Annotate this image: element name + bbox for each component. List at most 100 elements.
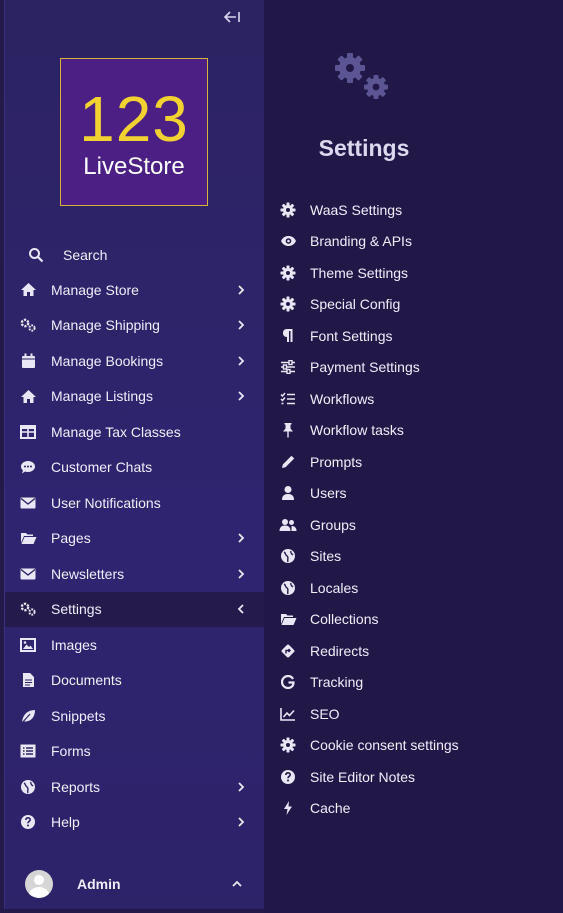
- logo-number: 123: [79, 83, 189, 155]
- list-icon: [19, 742, 37, 760]
- sidebar-item-pages[interactable]: Pages: [5, 521, 265, 557]
- sidebar-item-manage-listings[interactable]: Manage Listings: [5, 379, 265, 415]
- user-icon: [279, 484, 297, 502]
- sidebar-item-help[interactable]: Help: [5, 805, 265, 841]
- sidebar-item-label: Search: [63, 247, 108, 263]
- menu-item-redirects[interactable]: Redirects: [264, 635, 563, 667]
- sidebar-item-snippets[interactable]: Snippets: [5, 698, 265, 734]
- globe-icon: [19, 778, 37, 796]
- sidebar-item-images[interactable]: Images: [5, 627, 265, 663]
- menu-item-label: Redirects: [310, 642, 370, 659]
- menu-item-branding-apis[interactable]: Branding & APIs: [264, 226, 563, 258]
- gear-icon: [279, 201, 297, 219]
- user-name: Admin: [77, 876, 121, 892]
- menu-item-collections[interactable]: Collections: [264, 604, 563, 636]
- calendar-icon: [19, 352, 37, 370]
- sidebar-item-manage-store[interactable]: Manage Store: [5, 272, 265, 308]
- sidebar-item-user-notifications[interactable]: User Notifications: [5, 485, 265, 521]
- sidebar-item-reports[interactable]: Reports: [5, 769, 265, 805]
- checklist-icon: [279, 390, 297, 408]
- menu-item-label: Theme Settings: [310, 264, 409, 281]
- logo[interactable]: 123 LiveStore: [60, 58, 208, 206]
- gear-icon: [279, 264, 297, 282]
- envelope-icon: [19, 494, 37, 512]
- settings-panel: Settings WaaS Settings Branding & APIs T…: [264, 0, 563, 913]
- sidebar-item-settings[interactable]: Settings: [5, 591, 265, 627]
- sidebar-item-search[interactable]: Search: [5, 238, 265, 272]
- chevron-right-icon: [235, 816, 247, 828]
- chevron-right-icon: [235, 284, 247, 296]
- menu-item-groups[interactable]: Groups: [264, 509, 563, 541]
- chevron-up-icon: [231, 878, 243, 890]
- menu-item-label: Special Config: [310, 296, 401, 313]
- directions-icon: [279, 642, 297, 660]
- menu-item-seo[interactable]: SEO: [264, 698, 563, 730]
- globe-icon: [279, 579, 297, 597]
- question-icon: [19, 813, 37, 831]
- sidebar-item-forms[interactable]: Forms: [5, 734, 265, 770]
- menu-item-waas-settings[interactable]: WaaS Settings: [264, 194, 563, 226]
- sidebar-item-label: Manage Listings: [51, 388, 153, 405]
- menu-item-label: SEO: [310, 705, 340, 722]
- sidebar-item-label: Forms: [51, 743, 91, 760]
- paragraph-icon: [279, 327, 297, 345]
- user-menu[interactable]: Admin: [5, 864, 265, 904]
- menu-item-label: Cache: [310, 800, 351, 817]
- sidebar-item-label: Manage Bookings: [51, 352, 164, 369]
- menu-item-label: Sites: [310, 548, 342, 565]
- menu-item-locales[interactable]: Locales: [264, 572, 563, 604]
- menu-item-label: Tracking: [310, 674, 364, 691]
- menu-item-theme-settings[interactable]: Theme Settings: [264, 257, 563, 289]
- sidebar-item-manage-tax-classes[interactable]: Manage Tax Classes: [5, 414, 265, 450]
- menu-item-tracking[interactable]: Tracking: [264, 667, 563, 699]
- menu-item-site-editor-notes[interactable]: Site Editor Notes: [264, 761, 563, 793]
- menu-item-label: Users: [310, 485, 347, 502]
- avatar: [25, 870, 53, 898]
- pencil-icon: [279, 453, 297, 471]
- sidebar-item-manage-shipping[interactable]: Manage Shipping: [5, 308, 265, 344]
- logo-name: LiveStore: [83, 153, 185, 180]
- sidebar-item-label: Documents: [51, 672, 122, 689]
- menu-item-sites[interactable]: Sites: [264, 541, 563, 573]
- gears-icon: [332, 50, 396, 104]
- chevron-right-icon: [235, 568, 247, 580]
- pin-icon: [279, 421, 297, 439]
- menu-item-label: Groups: [310, 516, 356, 533]
- menu-item-prompts[interactable]: Prompts: [264, 446, 563, 478]
- bolt-icon: [279, 799, 297, 817]
- menu-item-workflow-tasks[interactable]: Workflow tasks: [264, 415, 563, 447]
- menu-item-cookie-consent-settings[interactable]: Cookie consent settings: [264, 730, 563, 762]
- menu-item-label: Workflow tasks: [310, 422, 404, 439]
- menu-item-users[interactable]: Users: [264, 478, 563, 510]
- menu-item-label: Payment Settings: [310, 359, 420, 376]
- sidebar-item-label: Help: [51, 814, 80, 831]
- menu-item-font-settings[interactable]: Font Settings: [264, 320, 563, 352]
- sidebar-item-label: Pages: [51, 530, 91, 547]
- chat-icon: [19, 458, 37, 476]
- google-icon: [279, 673, 297, 691]
- menu-item-workflows[interactable]: Workflows: [264, 383, 563, 415]
- collapse-sidebar-icon[interactable]: [223, 10, 247, 32]
- menu-item-label: Branding & APIs: [310, 233, 412, 250]
- folder-open-icon: [279, 610, 297, 628]
- image-icon: [19, 636, 37, 654]
- sidebar-item-documents[interactable]: Documents: [5, 663, 265, 699]
- chevron-right-icon: [235, 390, 247, 402]
- menu-item-label: Cookie consent settings: [310, 737, 459, 754]
- sidebar-item-manage-bookings[interactable]: Manage Bookings: [5, 343, 265, 379]
- menu-item-cache[interactable]: Cache: [264, 793, 563, 825]
- sidebar-item-customer-chats[interactable]: Customer Chats: [5, 450, 265, 486]
- chevron-right-icon: [235, 319, 247, 331]
- globe-icon: [279, 547, 297, 565]
- home-icon: [19, 281, 37, 299]
- leaf-icon: [19, 707, 37, 725]
- menu-item-payment-settings[interactable]: Payment Settings: [264, 352, 563, 384]
- sidebar-item-label: Manage Tax Classes: [51, 423, 181, 440]
- sidebar-item-newsletters[interactable]: Newsletters: [5, 556, 265, 592]
- menu-item-label: Locales: [310, 579, 359, 596]
- document-icon: [19, 671, 37, 689]
- gears-icon: [19, 316, 37, 334]
- search-icon: [27, 246, 45, 264]
- menu-item-special-config[interactable]: Special Config: [264, 289, 563, 321]
- chevron-right-icon: [235, 532, 247, 544]
